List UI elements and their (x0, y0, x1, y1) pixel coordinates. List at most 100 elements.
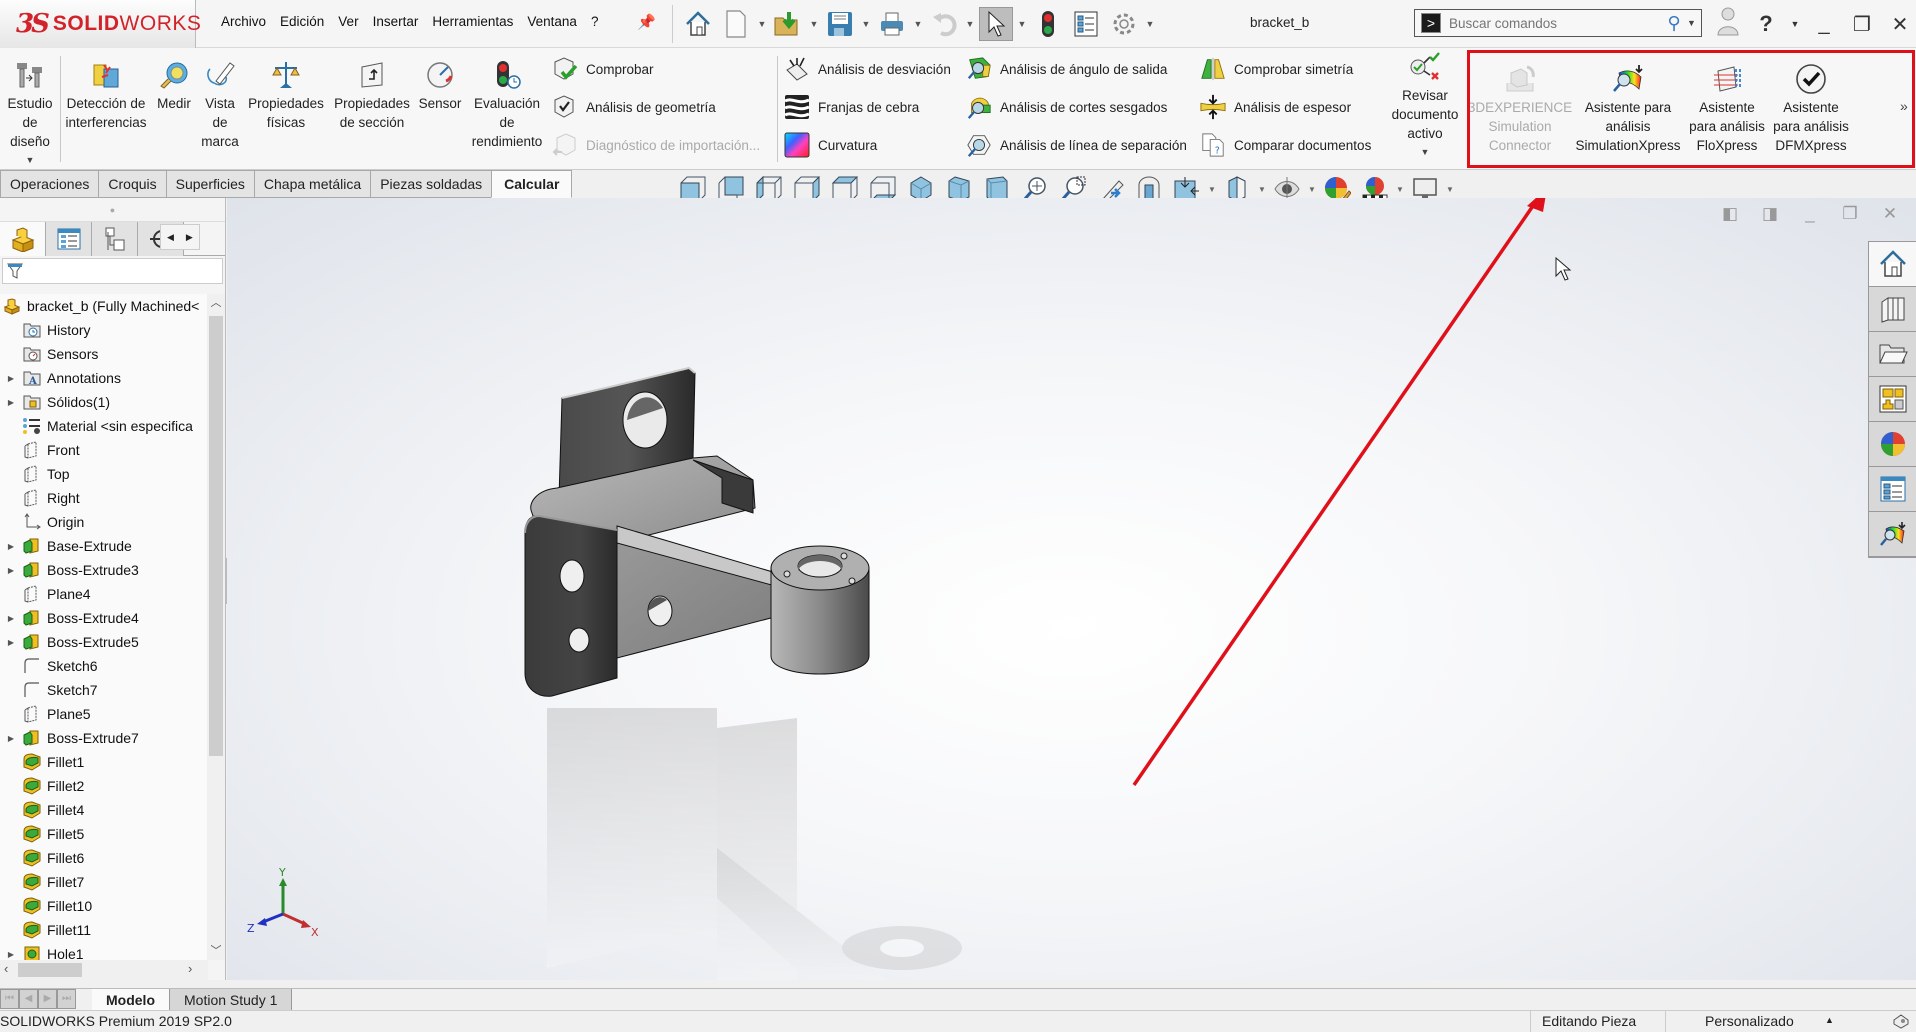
tree-item[interactable]: Sensors (0, 342, 208, 366)
scroll-down-icon[interactable]: ﹀ (207, 942, 225, 960)
view-orientation-dropdown-icon[interactable]: ▼ (1208, 185, 1216, 194)
symmetry-check-button[interactable]: Comprobar simetría (1200, 56, 1353, 82)
prev-tab-icon[interactable]: ◀ (19, 989, 38, 1009)
options-dropdown-icon[interactable]: ▼ (1145, 19, 1155, 29)
user-account-icon[interactable] (1714, 6, 1742, 42)
tree-item[interactable]: Front (0, 438, 208, 462)
last-tab-icon[interactable]: ⏭ (57, 989, 76, 1009)
task-pane-design-library[interactable] (1869, 287, 1916, 332)
menu-item-ver[interactable]: Ver (331, 14, 365, 29)
tree-item[interactable]: Fillet5 (0, 822, 208, 846)
task-pane-solidworks-resources[interactable] (1869, 242, 1916, 287)
tab-scroll-left-icon[interactable]: ◀ (161, 232, 180, 243)
tree-item[interactable]: ▶ Boss-Extrude4 (0, 606, 208, 630)
apply-scene-dropdown-icon[interactable]: ▼ (1396, 185, 1404, 194)
print-dropdown-icon[interactable]: ▼ (913, 19, 923, 29)
tree-filter[interactable] (2, 258, 223, 284)
expand-arrow-icon[interactable]: ▶ (0, 614, 22, 623)
tree-item[interactable]: Right (0, 486, 208, 510)
menu-item-insertar[interactable]: Insertar (366, 14, 426, 29)
performance-evaluation-button[interactable]: Evaluación de rendimiento (468, 58, 546, 151)
menu-item-herramientas[interactable]: Herramientas (425, 14, 520, 29)
zebra-stripes-button[interactable]: Franjas de cebra (784, 94, 919, 120)
tree-item[interactable]: ▶ Sólidos(1) (0, 390, 208, 414)
task-pane-file-explorer[interactable] (1869, 332, 1916, 377)
tree-item[interactable]: Plane5 (0, 702, 208, 726)
bracket-3d-model[interactable] (517, 338, 957, 738)
tree-vertical-scrollbar[interactable]: ︿ ﹀ (207, 294, 225, 960)
tab-superficies[interactable]: Superficies (165, 170, 254, 198)
tab-motion-study-1[interactable]: Motion Study 1 (170, 989, 293, 1010)
file-properties-icon[interactable] (1069, 7, 1103, 41)
expand-arrow-icon[interactable]: ▶ (0, 374, 22, 383)
tree-item[interactable]: Fillet7 (0, 870, 208, 894)
design-study-button[interactable]: Estudio de diseño ▼ (6, 58, 54, 170)
geometry-analysis-button[interactable]: Análisis de geometría (552, 94, 716, 120)
select-cursor-icon[interactable] (979, 7, 1013, 41)
property-manager-tab[interactable] (46, 222, 92, 256)
undo-dropdown-icon[interactable]: ▼ (965, 19, 975, 29)
tree-item[interactable]: ▶ Hole1 (0, 942, 208, 960)
tree-item[interactable]: ▶ Base-Extrude (0, 534, 208, 558)
search-commands-input[interactable] (1449, 15, 1661, 31)
expand-arrow-icon[interactable]: ▶ (0, 566, 22, 575)
import-diagnostics-button[interactable]: Diagnóstico de importación... (552, 132, 760, 158)
task-pane-appearances[interactable] (1869, 422, 1916, 467)
unit-system-button[interactable]: Personalizado (1705, 1013, 1794, 1029)
scroll-right-icon[interactable]: › (188, 961, 192, 976)
unit-system-arrow-icon[interactable]: ▲ (1825, 1015, 1834, 1025)
measure-button[interactable]: Medir (152, 58, 196, 113)
tree-item[interactable]: Fillet11 (0, 918, 208, 942)
tree-item[interactable]: Material <sin especifica (0, 414, 208, 438)
open-dropdown-icon[interactable]: ▼ (809, 19, 819, 29)
compare-documents-button[interactable]: ? Comparar documentos (1200, 132, 1371, 158)
menu-item-help[interactable]: ? (584, 14, 606, 29)
tab-calcular[interactable]: Calcular (491, 170, 573, 198)
thickness-analysis-button[interactable]: Análisis de espesor (1200, 94, 1351, 120)
tree-horizontal-scrollbar[interactable]: ‹ › (0, 960, 208, 980)
expand-arrow-icon[interactable]: ▶ (0, 398, 22, 407)
tree-root-part[interactable]: bracket_b (Fully Machined< (0, 294, 208, 318)
tab-operaciones[interactable]: Operaciones (0, 170, 99, 198)
undercut-analysis-button[interactable]: Análisis de cortes sesgados (966, 94, 1167, 120)
task-pane-view-palette[interactable] (1869, 377, 1916, 422)
panel-grip[interactable]: ● (0, 198, 225, 222)
tree-item[interactable]: Fillet2 (0, 774, 208, 798)
mass-properties-button[interactable]: Propiedades físicas (246, 58, 326, 132)
pin-menu-icon[interactable]: 📌 (637, 13, 656, 31)
scroll-up-icon[interactable]: ︿ (207, 294, 225, 312)
expand-arrow-icon[interactable]: ▶ (0, 734, 22, 743)
help-dropdown-icon[interactable]: ▼ (1790, 19, 1800, 29)
scroll-thumb[interactable] (209, 316, 223, 756)
design-checker-button[interactable]: Revisar documento activo ▼ (1388, 50, 1462, 162)
tree-item[interactable]: Fillet10 (0, 894, 208, 918)
home-icon[interactable] (681, 7, 715, 41)
check-entity-button[interactable]: Comprobar (552, 56, 654, 82)
tile-right-icon[interactable]: ◨ (1758, 204, 1782, 224)
feature-manager-tab[interactable] (0, 222, 46, 256)
configuration-manager-tab[interactable] (92, 222, 138, 256)
tab-croquis[interactable]: Croquis (98, 170, 166, 198)
expand-arrow-icon[interactable]: ▶ (0, 638, 22, 647)
doc-minimize-icon[interactable]: _ (1798, 204, 1822, 224)
restore-icon[interactable]: ❐ (1848, 12, 1876, 37)
help-icon[interactable]: ? (1752, 11, 1780, 37)
minimize-icon[interactable]: _ (1810, 13, 1838, 36)
command-search[interactable]: > ⚲ ▼ (1414, 9, 1702, 37)
expand-arrow-icon[interactable]: ▶ (0, 542, 22, 551)
tree-item[interactable]: Sketch6 (0, 654, 208, 678)
expand-arrow-icon[interactable]: ▶ (0, 950, 22, 959)
parting-line-analysis-button[interactable]: Análisis de línea de separación (966, 132, 1187, 158)
markup-view-button[interactable]: Vista de marca (198, 58, 242, 151)
new-dropdown-icon[interactable]: ▼ (757, 19, 767, 29)
task-pane-simulationxpress[interactable] (1869, 512, 1916, 557)
solidworks-logo[interactable]: 3S SOLIDWORKS (0, 0, 201, 48)
tab-chapa-metálica[interactable]: Chapa metálica (253, 170, 371, 198)
draft-analysis-button[interactable]: Análisis de ángulo de salida (966, 56, 1167, 82)
tree-item[interactable]: Top (0, 462, 208, 486)
undo-icon[interactable] (927, 7, 961, 41)
hide-show-dropdown-icon[interactable]: ▼ (1308, 185, 1316, 194)
first-tab-icon[interactable]: ⏮ (0, 989, 19, 1009)
menu-item-archivo[interactable]: Archivo (214, 14, 273, 29)
task-pane-custom-properties[interactable] (1869, 467, 1916, 512)
